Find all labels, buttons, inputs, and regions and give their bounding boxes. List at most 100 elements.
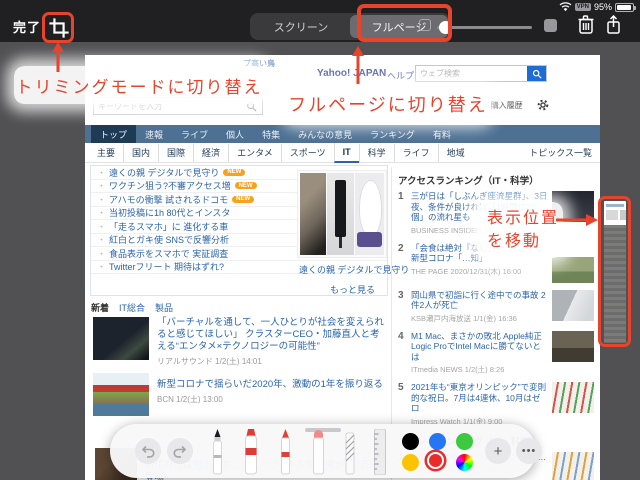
ranking-item-source: THE PAGE 2020/12/31(木) 16:00: [411, 266, 522, 276]
markup-editor-toolbar: VPN 95% 完了 スクリーン フルページ: [0, 0, 640, 42]
photo-robot: [354, 173, 384, 255]
photo-caption-link[interactable]: 遠くの親 デジタルで見守り: [299, 263, 409, 276]
ranking-thumbnail: [552, 382, 594, 413]
cat-life[interactable]: ライフ: [393, 143, 438, 162]
cat-main[interactable]: 主要: [89, 144, 123, 162]
redo-button[interactable]: [167, 438, 193, 464]
cat-domestic[interactable]: 国内: [123, 143, 158, 162]
more-link[interactable]: もっと見る: [330, 283, 375, 296]
share-button[interactable]: [606, 14, 624, 37]
ranking-item[interactable]: 4 M1 Mac、まさかの敗北 Apple純正Logic ProでIntel M…: [398, 330, 594, 376]
redo-icon: [173, 445, 187, 458]
nav-tab-top[interactable]: トップ: [91, 125, 137, 143]
highlight-box-fullpage: [357, 4, 452, 42]
ranking-thumbnail: [552, 289, 594, 321]
ruler-tool[interactable]: [372, 428, 388, 480]
add-annotation-button[interactable]: +: [485, 438, 511, 464]
new-badge: NEW: [234, 182, 257, 190]
new-badge: NEW: [232, 195, 255, 203]
ranking-item[interactable]: 5 2021年も“東京オリンピック”で変則的な祝日。7月は4連休、10月はゼロ …: [398, 382, 594, 427]
nav-tab-opinions[interactable]: みんなの意見: [289, 125, 361, 143]
color-picker-wheel[interactable]: [456, 454, 473, 471]
topic-photo[interactable]: [297, 170, 387, 258]
pen-tool[interactable]: [210, 429, 225, 480]
cat-entertainment[interactable]: エンタメ: [228, 143, 281, 162]
wifi-icon: [559, 2, 572, 12]
article-source: BCN 1/2(土) 13:00: [157, 395, 223, 404]
color-red-selected[interactable]: [427, 452, 444, 469]
article-item[interactable]: 「バーチャルを通して、一人ひとりが社会を変えられると感じてほしい」 クラスターC…: [93, 317, 388, 367]
annotation-position-note: 表示位置 を移動: [477, 202, 563, 258]
article-title: 新型コロナで揺らいだ2020年、激動の1年を振り返る: [157, 379, 383, 390]
undo-button[interactable]: [135, 438, 161, 464]
help-link[interactable]: ヘルプ: [387, 69, 414, 82]
news-nav-bar: トップ 速報 ライブ 個人 特集 みんなの意見 ランキング 有料: [85, 125, 600, 143]
gear-icon[interactable]: [537, 99, 549, 111]
highlight-box-scrubber: [598, 196, 631, 347]
feed-tab-new[interactable]: 新着: [91, 301, 109, 314]
highlight-box-crop: [42, 12, 74, 43]
web-search-placeholder: ウェブ検索: [420, 69, 460, 78]
nav-tab-feature[interactable]: 特集: [253, 125, 289, 143]
vpn-badge: VPN: [574, 3, 591, 11]
annotation-fullpage-note: フルページに切り替え: [288, 88, 488, 120]
cat-it[interactable]: IT: [333, 142, 359, 163]
purchase-history-link[interactable]: 購入履歴: [491, 100, 523, 111]
cat-world[interactable]: 国際: [158, 143, 193, 162]
ruler-icon: [374, 428, 386, 476]
article-thumbnail: [93, 317, 149, 360]
category-bar: 主要 国内 国際 経済 エンタメ スポーツ IT 科学 ライフ 地域 トピックス…: [85, 142, 600, 163]
delete-button[interactable]: [578, 15, 596, 37]
share-icon: [607, 14, 620, 34]
nav-tab-live[interactable]: ライブ: [172, 125, 217, 143]
ranking-item-source: KSB瀬戸内海放送 1/1(金) 16:36: [411, 313, 517, 323]
done-button[interactable]: 完了: [13, 17, 41, 36]
nav-tab-flash[interactable]: 速報: [136, 125, 172, 143]
color-blue[interactable]: [429, 433, 446, 450]
cat-science[interactable]: 科学: [358, 143, 394, 162]
markup-tools-palette: + •••: [110, 424, 542, 480]
opacity-max-icon: [544, 19, 557, 32]
battery-percent: 95%: [593, 2, 612, 12]
arrow-right-to-scrubber: [556, 214, 598, 226]
article-item[interactable]: 新型コロナで揺らいだ2020年、激動の1年を振り返る BCN 1/2(土) 13…: [93, 373, 388, 416]
new-badge: NEW: [223, 168, 246, 176]
cat-economy[interactable]: 経済: [193, 143, 228, 162]
ranking-title: アクセスランキング（IT・科学）: [398, 176, 539, 187]
highlighter-tool[interactable]: [243, 429, 259, 480]
cat-region[interactable]: 地域: [437, 143, 473, 162]
arrow-up-to-crop: [52, 42, 64, 72]
ranking-item-title: M1 Mac、まさかの敗北 Apple純正Logic ProでIntel Mac…: [411, 330, 542, 362]
plus-icon: +: [493, 442, 503, 460]
more-options-button[interactable]: •••: [516, 438, 542, 464]
photo-smartwatch: [300, 173, 327, 255]
pencil-tool[interactable]: [278, 429, 293, 480]
pen-icon: [213, 429, 222, 475]
nav-tab-paid[interactable]: 有料: [424, 125, 460, 143]
ranking-thumbnail: [552, 451, 594, 480]
web-search-box[interactable]: ウェブ検索: [415, 65, 547, 82]
pencil-icon: [281, 429, 290, 475]
article-title: 「バーチャルを通して、一人ひとりが社会を変えられると感じてほしい」 クラスターC…: [157, 317, 384, 352]
nav-tab-personal[interactable]: 個人: [217, 125, 253, 143]
ranking-item-title: 2021年も“東京オリンピック”で変則的な祝日。7月は4連休、10月はゼロ: [411, 382, 547, 413]
web-search-button[interactable]: [527, 66, 546, 81]
color-green[interactable]: [456, 433, 473, 450]
status-bar: VPN 95%: [559, 1, 636, 13]
nav-tab-ranking[interactable]: ランキング: [361, 125, 424, 143]
feed-tab-it[interactable]: IT総合: [119, 301, 145, 314]
feed-tab-products[interactable]: 製品: [155, 301, 173, 314]
topics-index-link[interactable]: トピックス一覧: [529, 146, 592, 159]
tab-screen[interactable]: スクリーン: [252, 15, 350, 38]
eraser-tool[interactable]: [311, 429, 326, 480]
undo-icon: [141, 445, 155, 458]
trash-icon: [578, 15, 594, 34]
color-yellow[interactable]: [402, 454, 419, 471]
color-black[interactable]: [402, 433, 419, 450]
lasso-tool[interactable]: [343, 429, 357, 480]
cat-sports[interactable]: スポーツ: [280, 143, 334, 162]
battery-icon: [615, 2, 636, 12]
arrow-up-to-fullpage: [352, 46, 364, 84]
ranking-item[interactable]: 3 岡山県で初詣に行く途中での事故 2件2人が死亡 KSB瀬戸内海放送 1/1(…: [398, 289, 594, 324]
ranking-item-source: ITmedia NEWS 1/2(土) 8:26: [411, 365, 505, 374]
